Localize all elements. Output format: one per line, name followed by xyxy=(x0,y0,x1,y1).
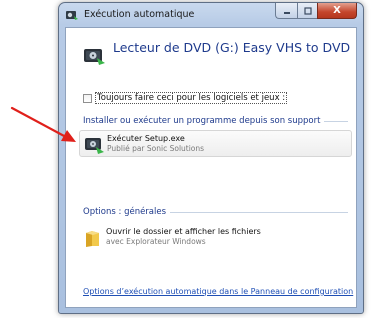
section-header-label: Installer ou exécuter un programme depui… xyxy=(83,116,321,126)
run-setup-option[interactable]: Exécuter Setup.exe Publié par Sonic Solu… xyxy=(79,130,352,157)
autoplay-settings-link[interactable]: Options d’exécution automatique dans le … xyxy=(83,287,353,296)
close-button[interactable]: X xyxy=(317,3,357,19)
maximize-icon xyxy=(303,6,312,15)
section-header-label: Options : générales xyxy=(83,207,167,217)
dialog-content: Lecteur de DVD (G:) Easy VHS to DVD Touj… xyxy=(65,27,357,308)
caption-buttons: X xyxy=(275,3,357,20)
section-header-install: Installer ou exécuter un programme depui… xyxy=(83,116,348,126)
device-title: Lecteur de DVD (G:) Easy VHS to DVD xyxy=(113,40,351,55)
autoplay-title-icon xyxy=(66,11,78,20)
section-divider xyxy=(170,211,348,213)
open-folder-label: Ouvrir le dossier et afficher les fichie… xyxy=(106,227,261,236)
minimize-icon xyxy=(283,11,290,14)
always-do-this-label[interactable]: Toujours faire ceci pour les logiciels e… xyxy=(95,92,288,104)
minimize-button[interactable] xyxy=(275,3,297,19)
folder-icon xyxy=(86,231,99,247)
window-title: Exécution automatique xyxy=(84,9,195,20)
open-folder-option[interactable]: Ouvrir le dossier et afficher les fichie… xyxy=(79,224,352,251)
always-do-this-row[interactable]: Toujours faire ceci pour les logiciels e… xyxy=(83,92,288,104)
section-divider xyxy=(324,120,348,122)
section-header-general: Options : générales xyxy=(83,207,348,217)
title-bar[interactable]: Exécution automatique X xyxy=(59,3,363,27)
maximize-button[interactable] xyxy=(297,3,317,19)
open-folder-sub: avec Explorateur Windows xyxy=(106,237,206,246)
run-setup-label: Exécuter Setup.exe xyxy=(107,134,185,143)
always-do-this-checkbox[interactable] xyxy=(83,93,92,103)
autoplay-window: Exécution automatique X Lecteur de DVD (… xyxy=(58,2,364,314)
run-setup-publisher: Publié par Sonic Solutions xyxy=(107,144,205,153)
close-icon: X xyxy=(333,5,341,16)
dvd-drive-icon xyxy=(84,49,105,65)
screenshot-stage: Exécution automatique X Lecteur de DVD (… xyxy=(0,0,377,318)
setup-program-icon xyxy=(85,138,104,154)
